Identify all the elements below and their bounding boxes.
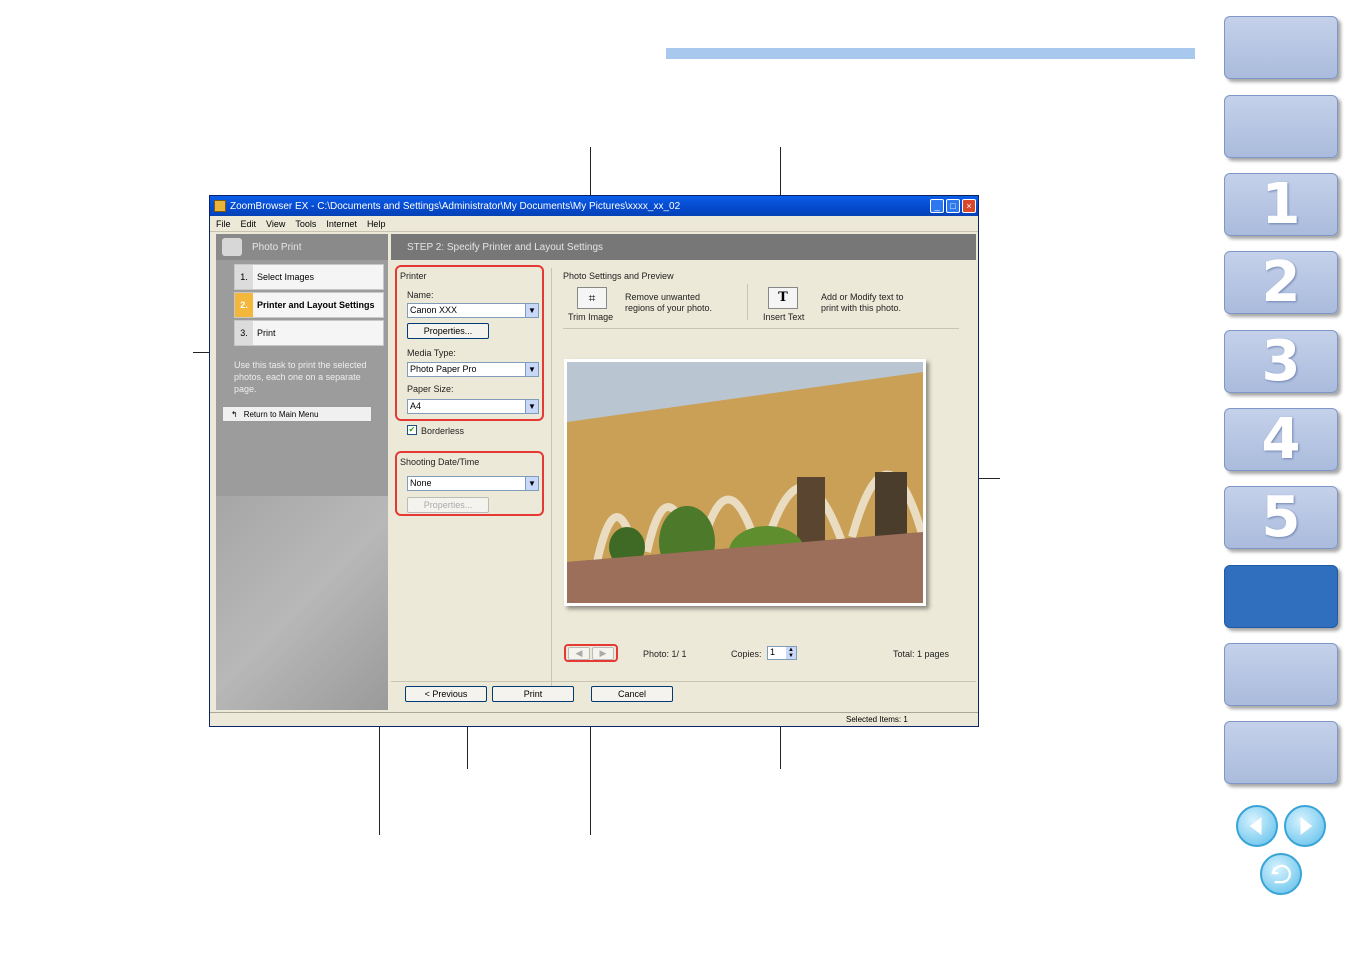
menu-tools[interactable]: Tools — [295, 219, 316, 229]
text-icon: T — [778, 290, 788, 305]
menu-file[interactable]: File — [216, 219, 231, 229]
title-bar: ZoomBrowser EX - C:\Documents and Settin… — [210, 196, 978, 216]
trim-image-button[interactable]: ⌗ — [577, 287, 607, 309]
trim-image-label: Trim Image — [568, 312, 614, 322]
menu-help[interactable]: Help — [367, 219, 386, 229]
prev-photo-button[interactable]: ◀ — [568, 647, 590, 660]
task-title: Photo Print — [252, 241, 302, 253]
next-photo-button[interactable]: ▶ — [592, 647, 614, 660]
step-printer-layout[interactable]: 2. Printer and Layout Settings — [234, 292, 384, 318]
photo-preview[interactable] — [564, 359, 926, 606]
step-label: Printer and Layout Settings — [257, 300, 375, 310]
nav-tab-5[interactable]: 5 — [1224, 485, 1338, 550]
nav-tab-index[interactable] — [1224, 721, 1338, 784]
nav-tab-1[interactable]: 1 — [1224, 172, 1338, 237]
maximize-button[interactable]: □ — [946, 199, 960, 213]
spinner-icon[interactable]: ▲ ▼ — [786, 647, 796, 659]
nav-tab-3[interactable]: 3 — [1224, 329, 1338, 394]
copies-input[interactable]: 1 ▲ ▼ — [767, 646, 797, 660]
nav-tab-4[interactable]: 4 — [1224, 407, 1338, 472]
close-button[interactable]: × — [962, 199, 976, 213]
step-title: STEP 2: Specify Printer and Layout Setti… — [391, 234, 976, 260]
copies-label: Copies: — [731, 649, 762, 659]
step-number: 3. — [235, 321, 253, 345]
task-pane: Photo Print 1. Select Images 2. Printer … — [216, 234, 388, 710]
print-button[interactable]: Print — [492, 686, 574, 702]
return-arrow-icon: ↰ — [231, 409, 238, 419]
borderless-label: Borderless — [421, 426, 465, 436]
nav-tab-introduction[interactable] — [1224, 95, 1338, 158]
divider — [747, 284, 748, 320]
copies-value: 1 — [770, 647, 776, 657]
menu-edit[interactable]: Edit — [241, 219, 257, 229]
step-print[interactable]: 3. Print — [234, 320, 384, 346]
nav-tab-reference[interactable] — [1224, 643, 1338, 706]
nav-tab-2[interactable]: 2 — [1224, 250, 1338, 315]
trim-description: Remove unwanted regions of your photo. — [625, 292, 713, 313]
nav-tab-current[interactable] — [1224, 565, 1338, 628]
menu-internet[interactable]: Internet — [326, 219, 357, 229]
printer-icon — [222, 238, 242, 256]
task-pane-header: Photo Print — [216, 234, 388, 260]
divider — [391, 681, 976, 682]
return-icon[interactable] — [1260, 853, 1302, 895]
previous-page-icon[interactable] — [1236, 805, 1278, 847]
crop-icon: ⌗ — [588, 291, 596, 305]
photo-counter: Photo: 1/ 1 — [643, 649, 687, 659]
chevron-left-icon: ◀ — [575, 648, 583, 658]
borderless-checkbox[interactable]: ✔ — [407, 425, 417, 435]
step-number: 2. — [235, 293, 253, 317]
decorative-printer-image — [216, 496, 388, 710]
nav-tab-contents[interactable] — [1224, 16, 1338, 79]
chevron-right-icon: ▶ — [599, 648, 607, 658]
step-label: Print — [257, 328, 276, 338]
app-icon — [214, 200, 226, 212]
status-bar: Selected Items: 1 — [210, 712, 978, 726]
previous-button[interactable]: < Previous — [405, 686, 487, 702]
section-header-bar — [666, 48, 1195, 59]
settings-pane: STEP 2: Specify Printer and Layout Setti… — [391, 234, 976, 710]
zoombrowser-window: ZoomBrowser EX - C:\Documents and Settin… — [209, 195, 979, 727]
step-select-images[interactable]: 1. Select Images — [234, 264, 384, 290]
preview-title: Photo Settings and Preview — [563, 271, 674, 281]
divider — [551, 268, 552, 688]
insert-text-label: Insert Text — [763, 312, 805, 322]
cancel-button[interactable]: Cancel — [591, 686, 673, 702]
task-description: Use this task to print the selected phot… — [234, 360, 367, 394]
printer-highlight — [395, 265, 544, 421]
insert-text-button[interactable]: T — [768, 287, 798, 309]
menu-bar: File Edit View Tools Internet Help — [210, 216, 978, 232]
courtyard-photo — [567, 362, 923, 603]
text-description: Add or Modify text to print with this ph… — [821, 292, 904, 313]
status-selected-items: Selected Items: 1 — [846, 715, 908, 724]
step-number: 1. — [235, 265, 253, 289]
minimize-button[interactable]: _ — [930, 199, 944, 213]
window-title: ZoomBrowser EX - C:\Documents and Settin… — [230, 200, 681, 212]
return-label: Return to Main Menu — [243, 409, 319, 419]
total-pages: Total: 1 pages — [893, 649, 950, 659]
date-highlight — [395, 451, 544, 516]
step-label: Select Images — [257, 272, 315, 282]
menu-view[interactable]: View — [266, 219, 285, 229]
next-page-icon[interactable] — [1284, 805, 1326, 847]
return-main-menu-button[interactable]: ↰ Return to Main Menu — [222, 406, 372, 422]
divider — [563, 328, 959, 329]
